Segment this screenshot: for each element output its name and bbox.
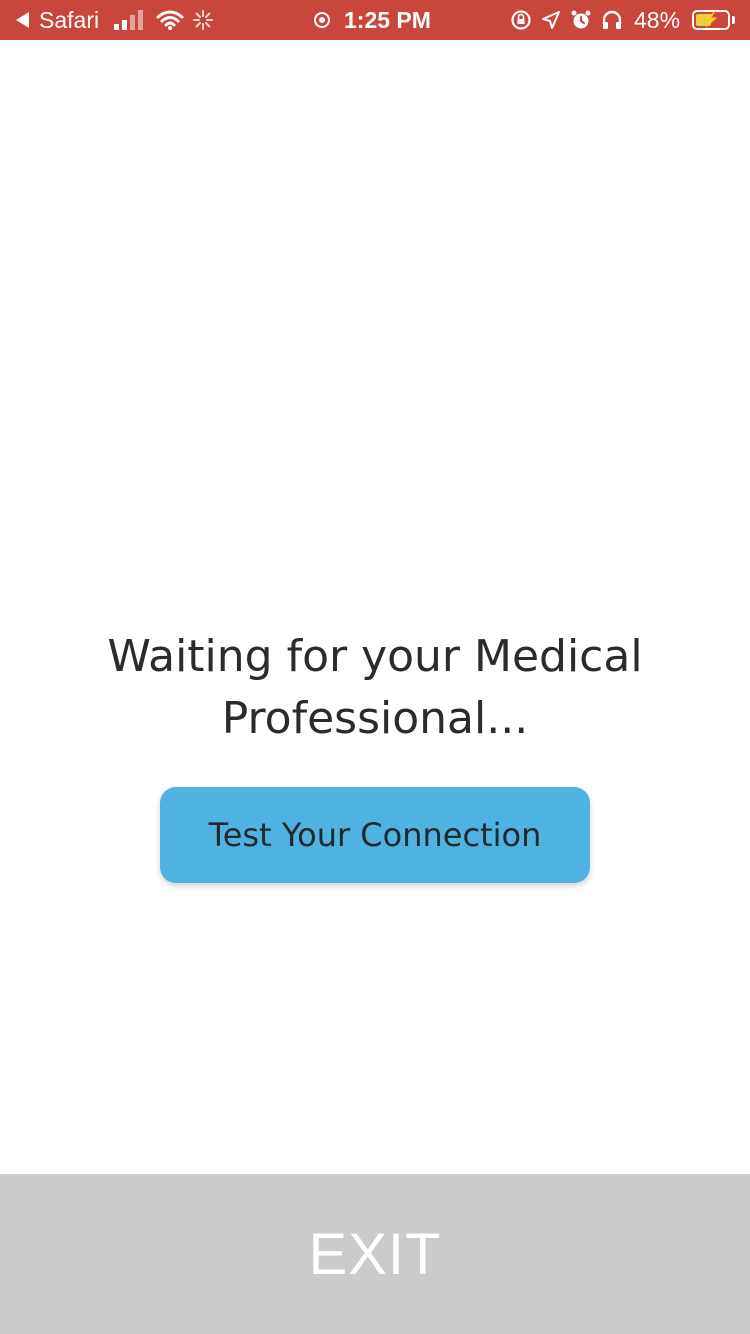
back-to-app-link[interactable]: Safari [16, 0, 99, 40]
battery-percent: 48% [634, 6, 681, 33]
back-arrow-icon [16, 12, 29, 28]
test-connection-button[interactable]: Test Your Connection [160, 787, 590, 883]
waiting-message-line-2: Professional... [221, 693, 529, 744]
headphones-icon [601, 0, 623, 40]
wifi-icon [156, 0, 184, 40]
signal-icon [114, 0, 143, 40]
back-app-label: Safari [39, 6, 100, 33]
waiting-message: Waiting for your Medical Professional... [0, 626, 750, 750]
exit-button[interactable]: EXIT [0, 1174, 750, 1334]
waiting-message-line-1: Waiting for your Medical [107, 631, 643, 682]
location-icon [541, 0, 561, 40]
alarm-icon [570, 0, 592, 40]
battery-icon: ⚡ [692, 0, 735, 40]
rotation-lock-icon [510, 0, 532, 40]
status-bar: Safari 1:25 PM 48% ⚡ [0, 0, 750, 40]
screen-record-icon [314, 0, 330, 40]
loading-spinner-icon [192, 0, 214, 40]
exit-label: EXIT [308, 1221, 442, 1287]
status-time: 1:25 PM [344, 6, 431, 33]
